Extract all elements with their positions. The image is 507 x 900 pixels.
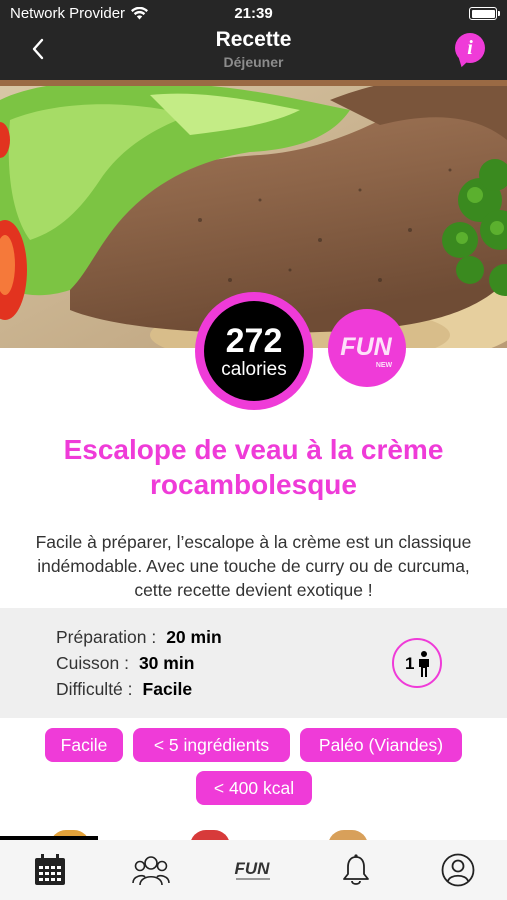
servings-count: 1 bbox=[405, 654, 415, 673]
recipe-description: Facile à préparer, l’escalope à la crème… bbox=[35, 532, 472, 600]
logo-subtext: NEW bbox=[376, 362, 393, 369]
person-icon bbox=[419, 651, 429, 677]
fun-logo-icon: FUN NEW bbox=[340, 333, 393, 369]
battery-icon bbox=[469, 7, 500, 20]
calories-badge: 272 calories bbox=[195, 292, 313, 410]
top-bar: Network Provider 21:39 Recette Déjeuner … bbox=[0, 0, 507, 80]
tab-community[interactable] bbox=[131, 852, 171, 888]
calories-value: 272 bbox=[225, 322, 283, 360]
cook-label: Cuisson : bbox=[56, 653, 129, 673]
logo-text: FUN bbox=[340, 333, 392, 361]
tab-notifications[interactable] bbox=[336, 852, 376, 888]
tab-fun[interactable]: FUN bbox=[228, 852, 278, 888]
recipe-title: Escalope de veau à la crème rocambolesqu… bbox=[63, 434, 444, 500]
tag-facile[interactable]: Facile bbox=[45, 728, 123, 762]
svg-text:FUN: FUN bbox=[235, 859, 271, 878]
tab-profile[interactable] bbox=[438, 852, 478, 888]
tag-few-ingredients[interactable]: < 5 ingrédients bbox=[133, 728, 290, 762]
community-icon bbox=[132, 856, 170, 886]
recipe-details: Préparation : 20 min Cuisson : 30 min Diff… bbox=[0, 608, 507, 718]
difficulty-value: Facile bbox=[142, 679, 193, 699]
prep-time-row: Préparation : 20 min bbox=[56, 627, 222, 648]
cook-time-row: Cuisson : 30 min bbox=[56, 653, 194, 674]
tag-calories[interactable]: < 400 kcal bbox=[196, 771, 312, 805]
difficulty-label: Difficulté : bbox=[56, 679, 133, 699]
profile-icon bbox=[441, 853, 475, 887]
info-icon: i bbox=[467, 37, 473, 59]
page-subtitle: Déjeuner bbox=[223, 54, 284, 70]
fun-logo-badge: FUN NEW bbox=[328, 309, 406, 387]
tab-bar: FUN bbox=[0, 840, 507, 900]
prep-value: 20 min bbox=[166, 627, 222, 647]
tab-calendar[interactable] bbox=[30, 852, 70, 888]
bell-icon bbox=[343, 854, 369, 885]
calendar-icon bbox=[35, 854, 65, 885]
prep-label: Préparation : bbox=[56, 627, 157, 647]
page-title: Recette bbox=[215, 28, 292, 51]
difficulty-row: Difficulté : Facile bbox=[56, 679, 192, 700]
info-button[interactable]: i bbox=[455, 33, 485, 63]
status-time: 21:39 bbox=[234, 5, 273, 22]
fun-logo-icon: FUN bbox=[235, 859, 271, 880]
cook-value: 30 min bbox=[138, 653, 195, 673]
calories-unit: calories bbox=[221, 359, 287, 380]
tag-paleo[interactable]: Paléo (Viandes) bbox=[300, 728, 462, 762]
servings-button[interactable]: 1 bbox=[392, 638, 442, 688]
